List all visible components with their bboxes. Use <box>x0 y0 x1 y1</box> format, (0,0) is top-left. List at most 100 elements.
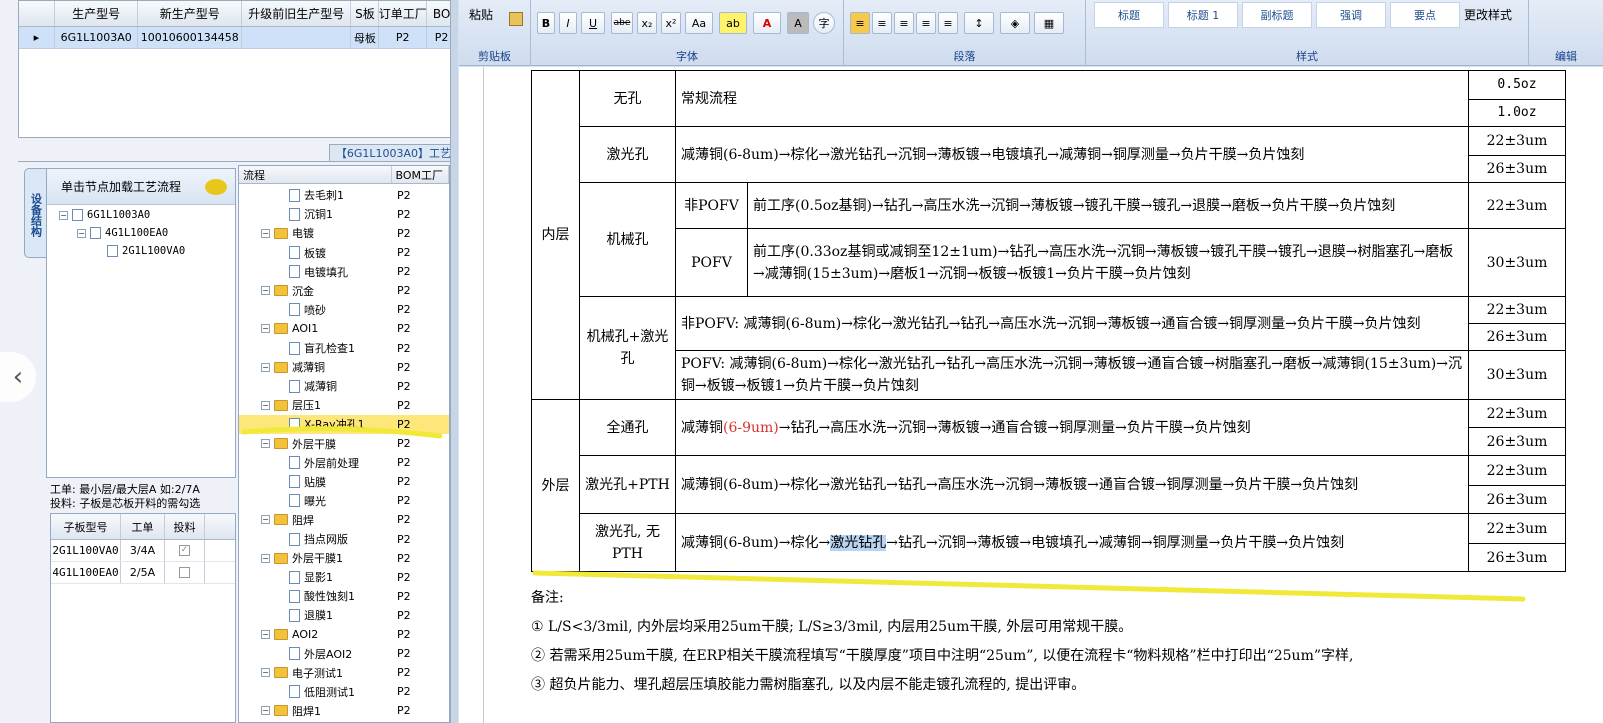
flow-step[interactable]: 沉铜1 P2 <box>239 205 449 224</box>
flow-step[interactable]: 电镀填孔 P2 <box>239 262 449 281</box>
paste-button[interactable]: 粘贴 <box>469 6 493 23</box>
flow-folder[interactable]: − 外层干膜1 P2 <box>239 549 449 568</box>
tree-node[interactable]: − 4G1L100EA0 <box>77 227 168 239</box>
borders-icon[interactable]: ▦ <box>1034 12 1064 34</box>
shading-icon[interactable]: ◈ <box>1000 12 1030 34</box>
superscript-button[interactable]: x² <box>661 12 681 34</box>
style-heading[interactable]: 标题 <box>1094 2 1164 28</box>
line-spacing-icon[interactable]: ↕ <box>964 12 994 34</box>
collapse-icon[interactable]: − <box>261 362 270 372</box>
subscript-button[interactable]: x₂ <box>637 12 657 34</box>
collapse-icon[interactable]: − <box>261 324 270 334</box>
flow-step[interactable]: 外层AOI2 P2 <box>239 644 449 663</box>
col-header[interactable]: 子板型号 <box>51 514 121 539</box>
col-header[interactable]: 投料 <box>165 514 205 539</box>
collapse-icon[interactable]: − <box>59 210 68 220</box>
tree-node[interactable]: − 6G1L1003A0 <box>59 209 150 221</box>
align-left-icon[interactable]: ≡ <box>850 12 870 34</box>
align-right-icon[interactable]: ≡ <box>894 12 914 34</box>
collapse-icon[interactable]: − <box>261 400 270 410</box>
flow-step[interactable]: 去毛刺1 P2 <box>239 186 449 205</box>
cell[interactable]: 10010600134458 <box>138 27 242 48</box>
flow-folder[interactable]: − 电镀 P2 <box>239 224 449 243</box>
style-subtitle[interactable]: 副标题 <box>1242 2 1312 28</box>
change-case-button[interactable]: Aa <box>685 12 713 34</box>
flow-folder[interactable]: − 阻焊 P2 <box>239 511 449 530</box>
collapse-icon[interactable]: − <box>261 553 270 563</box>
strikethrough-button[interactable]: abe <box>611 12 633 34</box>
flow-step[interactable]: 酸性蚀刻1 P2 <box>239 587 449 606</box>
style-heading-1[interactable]: 标题 1 <box>1168 2 1238 28</box>
splitter[interactable] <box>450 0 458 723</box>
collapse-icon[interactable]: − <box>261 228 270 238</box>
flow-step[interactable]: 曝光 P2 <box>239 492 449 511</box>
justify-icon[interactable]: ≡ <box>916 12 936 34</box>
col-header[interactable]: 流程 <box>239 166 392 183</box>
cell[interactable]: 母板 <box>351 27 380 48</box>
table-row[interactable]: 4G1L100EA0 2/5A <box>51 562 235 584</box>
collapse-icon[interactable]: − <box>261 630 270 640</box>
table-row[interactable]: ▸ 6G1L1003A0 10010600134458 母板 P2 P2 <box>19 27 457 49</box>
col-header[interactable]: 工单 <box>121 514 165 539</box>
flow-folder[interactable]: − 电子测试1 P2 <box>239 664 449 683</box>
col-header[interactable]: 升级前旧生产型号 <box>242 1 352 26</box>
flow-step[interactable]: 减薄铜 P2 <box>239 377 449 396</box>
flow-folder[interactable]: − 减薄铜 P2 <box>239 358 449 377</box>
change-styles-button[interactable]: 更改样式 <box>1464 6 1512 23</box>
flow-folder[interactable]: − 阻焊1 P2 <box>239 702 449 721</box>
flow-step[interactable]: 喷砂 P2 <box>239 301 449 320</box>
distribute-icon[interactable]: ≡ <box>938 12 958 34</box>
cell[interactable]: 6G1L1003A0 <box>55 27 139 48</box>
cell[interactable]: ✓ <box>165 540 205 561</box>
flow-step[interactable]: 退膜1 P2 <box>239 606 449 625</box>
cell[interactable]: 3/4A <box>121 540 165 561</box>
flow-folder[interactable]: − AOI1 P2 <box>239 320 449 339</box>
collapse-icon[interactable]: − <box>77 228 86 238</box>
tab-device-structure[interactable]: 设备结构 <box>24 168 46 258</box>
table-row[interactable]: 2G1L100VA0 3/4A ✓ <box>51 540 235 562</box>
tab-process[interactable]: 【6G1L1003A0】工艺 <box>328 144 458 162</box>
flow-text-selected[interactable]: 激光钻孔 <box>830 534 887 551</box>
col-header[interactable]: 新生产型号 <box>138 1 242 26</box>
cell[interactable]: P2 <box>379 27 428 48</box>
style-emphasis[interactable]: 强调 <box>1316 2 1386 28</box>
cell[interactable] <box>242 27 352 48</box>
flow-folder[interactable]: − AOI2 P2 <box>239 625 449 644</box>
cell[interactable]: 2G1L100VA0 <box>51 540 121 561</box>
grid-corner[interactable] <box>19 1 55 26</box>
flow-folder[interactable]: − 沉金 P2 <box>239 282 449 301</box>
collapse-icon[interactable]: − <box>261 668 270 678</box>
style-key-point[interactable]: 要点 <box>1390 2 1460 28</box>
col-header[interactable]: S板 <box>351 1 380 26</box>
flow-folder[interactable]: − 层压1 P2 <box>239 396 449 415</box>
format-painter-icon[interactable] <box>509 12 523 26</box>
cell[interactable]: 4G1L100EA0 <box>51 562 121 583</box>
prev-arrow-icon[interactable]: ‹ <box>0 352 36 402</box>
cell[interactable]: 2/5A <box>121 562 165 583</box>
feed-checkbox[interactable]: ✓ <box>179 545 190 556</box>
flow-step[interactable]: 显影1 P2 <box>239 568 449 587</box>
col-header[interactable]: 生产型号 <box>55 1 139 26</box>
underline-button[interactable]: U <box>581 12 605 34</box>
flow-step[interactable]: 外层前处理 P2 <box>239 453 449 472</box>
col-header[interactable]: BOM工厂 <box>392 166 449 183</box>
collapse-icon[interactable]: − <box>261 706 270 716</box>
bold-button[interactable]: B <box>537 12 555 34</box>
collapse-icon[interactable]: − <box>261 515 270 525</box>
col-header[interactable]: 订单工厂 <box>379 1 428 26</box>
enclose-char-icon[interactable]: 字 <box>813 12 835 34</box>
cell[interactable] <box>165 562 205 583</box>
char-shading-icon[interactable]: A <box>787 12 809 34</box>
italic-button[interactable]: I <box>559 12 577 34</box>
tree-node[interactable]: 2G1L100VA0 <box>107 245 185 257</box>
flow-step[interactable]: 挡点网版 P2 <box>239 530 449 549</box>
highlight-color-icon[interactable]: ab <box>719 12 747 34</box>
flow-step[interactable]: 贴膜 P2 <box>239 473 449 492</box>
flow-step[interactable]: 板镀 P2 <box>239 243 449 262</box>
align-center-icon[interactable]: ≡ <box>872 12 892 34</box>
chat-bubble-icon[interactable] <box>205 179 227 195</box>
font-color-icon[interactable]: A <box>753 12 781 34</box>
flow-step[interactable]: 低阻测试1 P2 <box>239 683 449 702</box>
collapse-icon[interactable]: − <box>261 286 270 296</box>
feed-checkbox[interactable] <box>179 567 190 578</box>
